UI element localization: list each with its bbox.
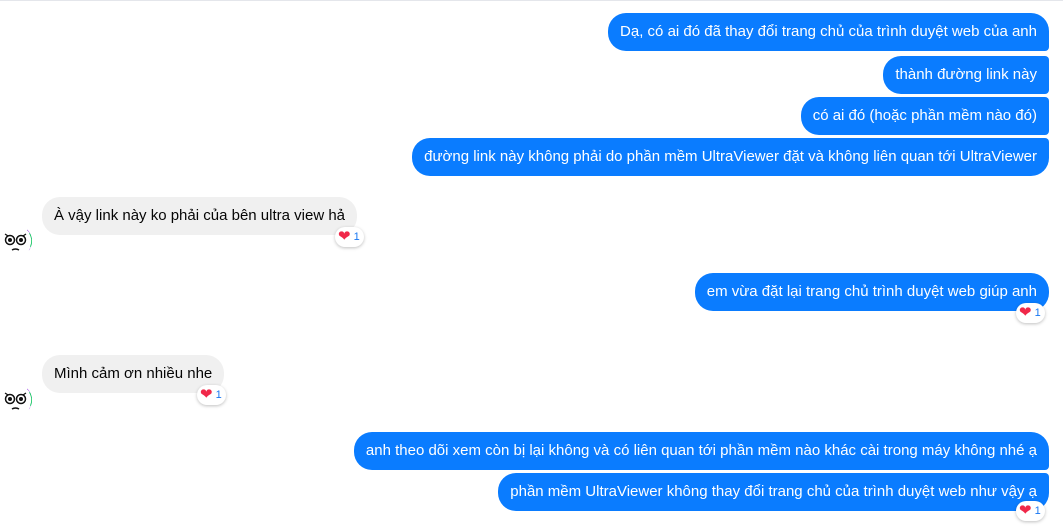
- reaction-badge[interactable]: ❤ 1: [1016, 501, 1045, 521]
- avatar-image: [0, 384, 32, 416]
- reaction-count: 1: [1034, 307, 1041, 319]
- reaction-badge[interactable]: ❤ 1: [335, 227, 364, 247]
- avatar[interactable]: [0, 384, 32, 416]
- message-text: thành đường link này: [895, 66, 1037, 83]
- message-bubble-outgoing[interactable]: Dạ, có ai đó đã thay đổi trang chủ của t…: [608, 13, 1049, 51]
- chat-thread[interactable]: Dạ, có ai đó đã thay đổi trang chủ của t…: [0, 0, 1063, 526]
- message-bubble-outgoing[interactable]: đường link này không phải do phần mềm Ul…: [412, 138, 1049, 176]
- reaction-badge[interactable]: ❤ 1: [1016, 303, 1045, 323]
- message-text: À vậy link này ko phải của bên ultra vie…: [54, 207, 345, 224]
- message-text: Mình cảm ơn nhiều nhe: [54, 365, 213, 382]
- message-bubble-incoming[interactable]: Mình cảm ơn nhiều nhe: [42, 355, 225, 393]
- reaction-count: 1: [353, 231, 360, 243]
- reaction-badge[interactable]: ❤ 1: [197, 385, 226, 405]
- message-bubble-incoming[interactable]: À vậy link này ko phải của bên ultra vie…: [42, 197, 357, 235]
- message-text: anh theo dõi xem còn bị lại không và có …: [365, 442, 1037, 459]
- reaction-count: 1: [215, 389, 222, 401]
- message-bubble-outgoing[interactable]: có ai đó (hoặc phần mềm nào đó): [800, 97, 1049, 135]
- avatar[interactable]: [0, 225, 32, 257]
- message-bubble-outgoing[interactable]: phần mềm UltraViewer không thay đổi tran…: [498, 473, 1049, 511]
- heart-icon: ❤: [338, 228, 351, 245]
- avatar-image: [0, 225, 32, 257]
- heart-icon: ❤: [1019, 304, 1032, 321]
- message-text: phần mềm UltraViewer không thay đổi tran…: [510, 483, 1037, 500]
- message-bubble-outgoing[interactable]: thành đường link này: [883, 56, 1049, 94]
- heart-icon: ❤: [1019, 502, 1032, 519]
- message-text: có ai đó (hoặc phần mềm nào đó): [812, 107, 1037, 124]
- reaction-count: 1: [1034, 505, 1041, 517]
- message-text: Dạ, có ai đó đã thay đổi trang chủ của t…: [620, 23, 1037, 40]
- message-bubble-outgoing[interactable]: em vừa đặt lại trang chủ trình duyệt web…: [694, 273, 1049, 311]
- message-text: em vừa đặt lại trang chủ trình duyệt web…: [706, 283, 1037, 300]
- message-bubble-outgoing[interactable]: anh theo dõi xem còn bị lại không và có …: [353, 432, 1049, 470]
- message-text: đường link này không phải do phần mềm Ul…: [424, 148, 1037, 165]
- heart-icon: ❤: [200, 386, 213, 403]
